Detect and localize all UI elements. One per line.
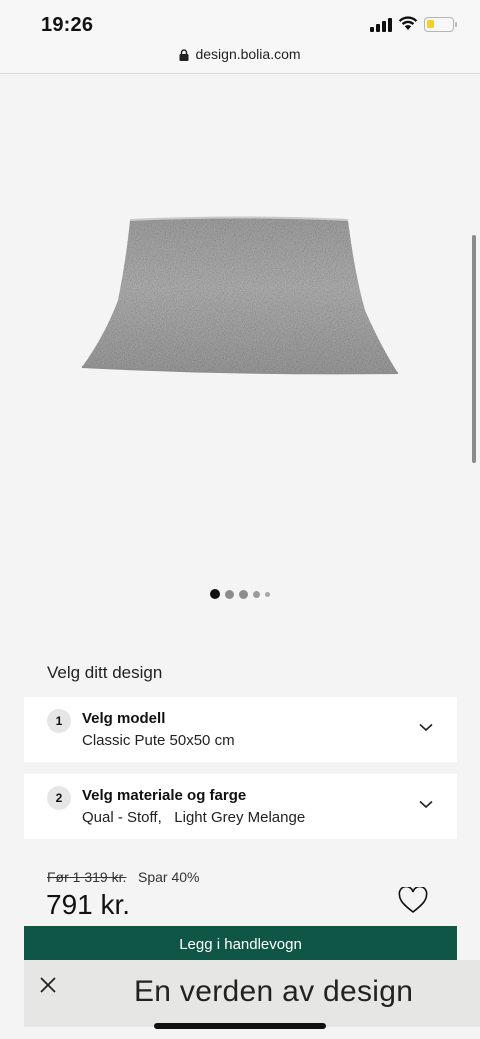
wifi-icon	[398, 16, 418, 30]
battery-icon	[424, 17, 457, 32]
gallery-dot[interactable]	[265, 591, 270, 597]
gallery-dot[interactable]	[253, 590, 260, 598]
home-indicator[interactable]	[154, 1023, 326, 1029]
banner-text: En verden av design	[134, 975, 414, 1008]
product-gallery[interactable]	[0, 75, 480, 635]
url-text: design.bolia.com	[195, 46, 301, 62]
gallery-pagination[interactable]	[0, 589, 480, 599]
pillow-product-image	[81, 216, 399, 375]
scrollbar[interactable]	[472, 235, 476, 463]
lock-icon	[179, 49, 189, 61]
step-value: Classic Pute 50x50 cm	[82, 732, 235, 749]
promo-banner: En verden av design	[24, 960, 480, 1027]
step-title: Velg materiale og farge	[82, 787, 247, 804]
status-time: 19:26	[41, 14, 94, 36]
step-select-material[interactable]: 2 Velg materiale og farge Qual - Stoff, …	[24, 774, 457, 839]
signal-icon	[370, 18, 392, 32]
gallery-dot[interactable]	[239, 589, 248, 599]
step-number: 2	[47, 786, 71, 810]
discount-label: Spar 40%	[138, 869, 200, 885]
gallery-dot[interactable]	[225, 589, 234, 599]
step-title: Velg modell	[82, 710, 166, 727]
add-to-cart-button[interactable]: Legg i handlevogn	[24, 926, 457, 962]
gallery-dot[interactable]	[210, 589, 220, 599]
url-bar[interactable]: design.bolia.com	[0, 46, 480, 62]
old-price: Før 1 319 kr.	[47, 869, 127, 885]
status-bar: 19:26 design.bolia.com	[0, 0, 480, 74]
step-value: Qual - Stoff, Light Grey Melange	[82, 809, 306, 826]
heart-icon[interactable]	[398, 887, 428, 914]
step-number: 1	[47, 709, 71, 733]
section-title: Velg ditt design	[47, 663, 163, 682]
chevron-down-icon[interactable]	[419, 800, 433, 809]
step-select-model[interactable]: 1 Velg modell Classic Pute 50x50 cm	[24, 697, 457, 762]
current-price: 791 kr.	[46, 889, 131, 920]
close-icon[interactable]	[40, 977, 56, 993]
chevron-down-icon[interactable]	[419, 723, 433, 732]
